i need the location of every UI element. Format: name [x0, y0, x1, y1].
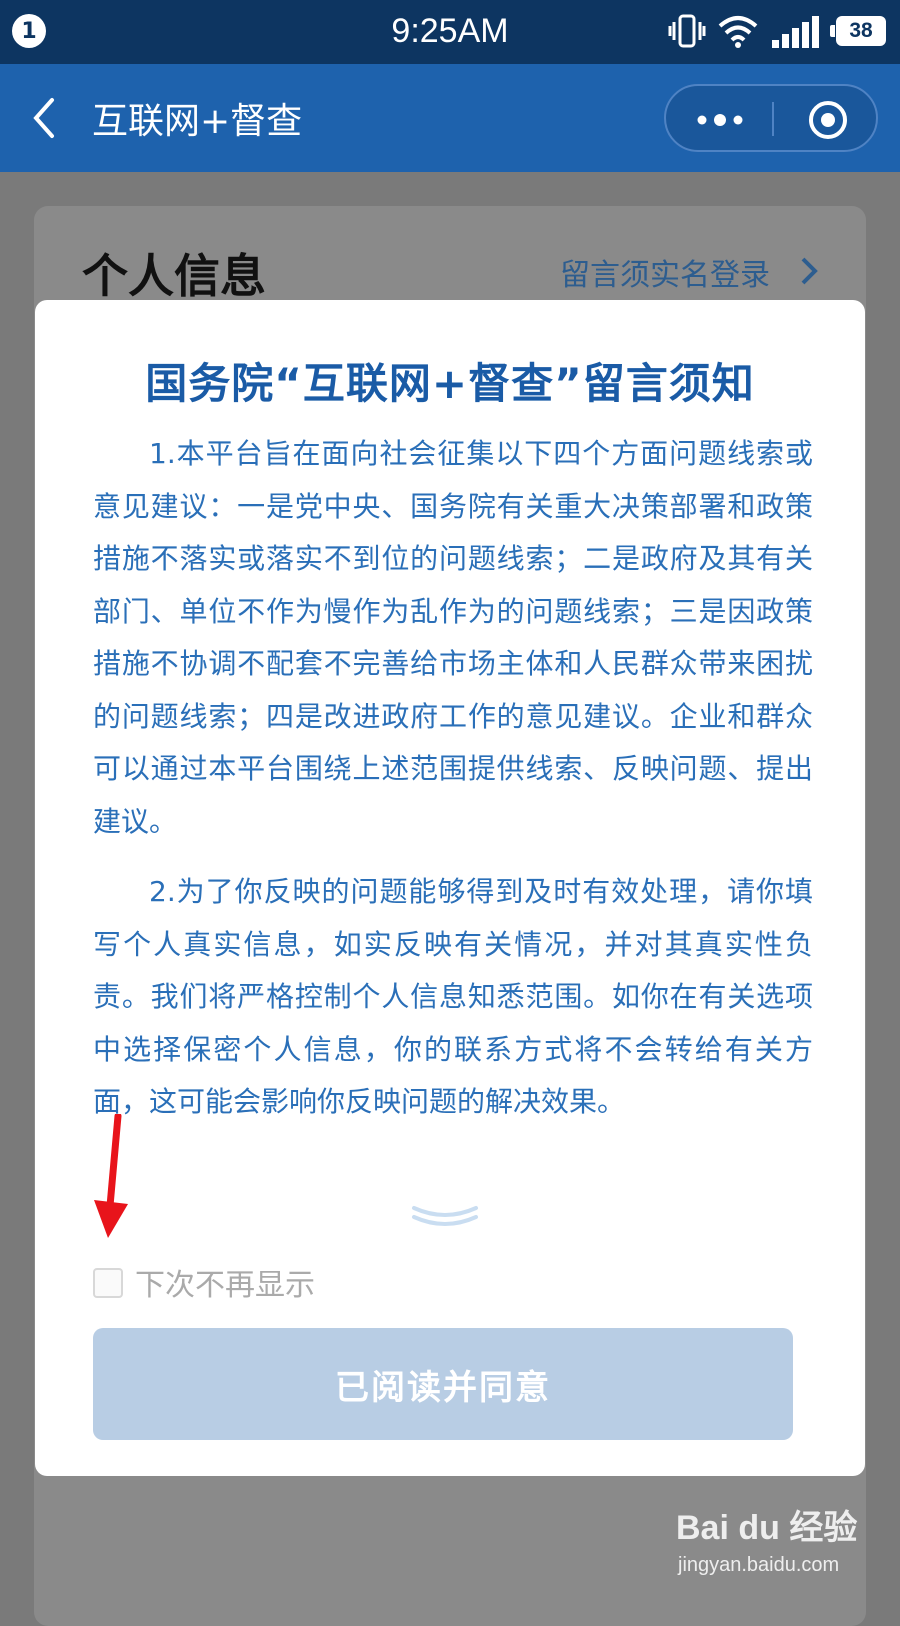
notice-modal: 国务院“互联网+督查”留言须知 1.本平台旨在面向社会征集以下四个方面问题线索或… — [35, 300, 865, 1476]
dont-show-checkbox[interactable] — [93, 1268, 123, 1298]
dont-show-label[interactable]: 下次不再显示 — [135, 1260, 315, 1304]
double-chevron-down-icon — [412, 1206, 478, 1226]
agree-button[interactable]: 已阅读并同意 — [93, 1328, 793, 1440]
status-time: 9:25AM — [391, 12, 509, 50]
notice-paragraph-1: 1.本平台旨在面向社会征集以下四个方面问题线索或意见建议：一是党中央、国务院有关… — [93, 437, 813, 838]
status-bar: 1 9:25AM 38 — [0, 0, 900, 64]
annotation-arrow-icon — [94, 1114, 128, 1238]
watermark-url: jingyan.baidu.com — [678, 1554, 840, 1576]
target-circle-icon[interactable] — [808, 100, 848, 140]
miniprogram-capsule — [664, 84, 878, 152]
capsule-divider — [772, 102, 774, 136]
baidu-jingyan-watermark: Bai du 经验 jingyan.baidu.com — [676, 1500, 876, 1590]
personal-info-heading: 个人信息 — [82, 249, 266, 303]
page-title: 互联网+督查 — [92, 101, 303, 142]
notice-paragraph-2: 2.为了你反映的问题能够得到及时有效处理，请你填写个人真实信息，如实反映有关情况… — [93, 875, 813, 1118]
notice-title: 国务院“互联网+督查”留言须知 — [145, 359, 755, 408]
login-hint-link: 留言须实名登录 — [560, 258, 770, 293]
battery-indicator: 38 — [830, 16, 886, 46]
nav-bar: 互联网+督查 — [0, 64, 900, 172]
watermark-logo: Bai du 经验 — [676, 1509, 858, 1547]
wifi-icon — [718, 16, 758, 48]
vibrate-icon — [668, 14, 706, 48]
more-dots-icon[interactable] — [696, 110, 744, 130]
notice-scroll-area[interactable]: 1.本平台旨在面向社会征集以下四个方面问题线索或意见建议：一是党中央、国务院有关… — [93, 428, 813, 1180]
back-icon[interactable] — [30, 96, 58, 140]
chevron-right-icon — [801, 257, 818, 285]
signal-icon — [772, 16, 819, 48]
scroll-fade — [93, 1120, 813, 1190]
